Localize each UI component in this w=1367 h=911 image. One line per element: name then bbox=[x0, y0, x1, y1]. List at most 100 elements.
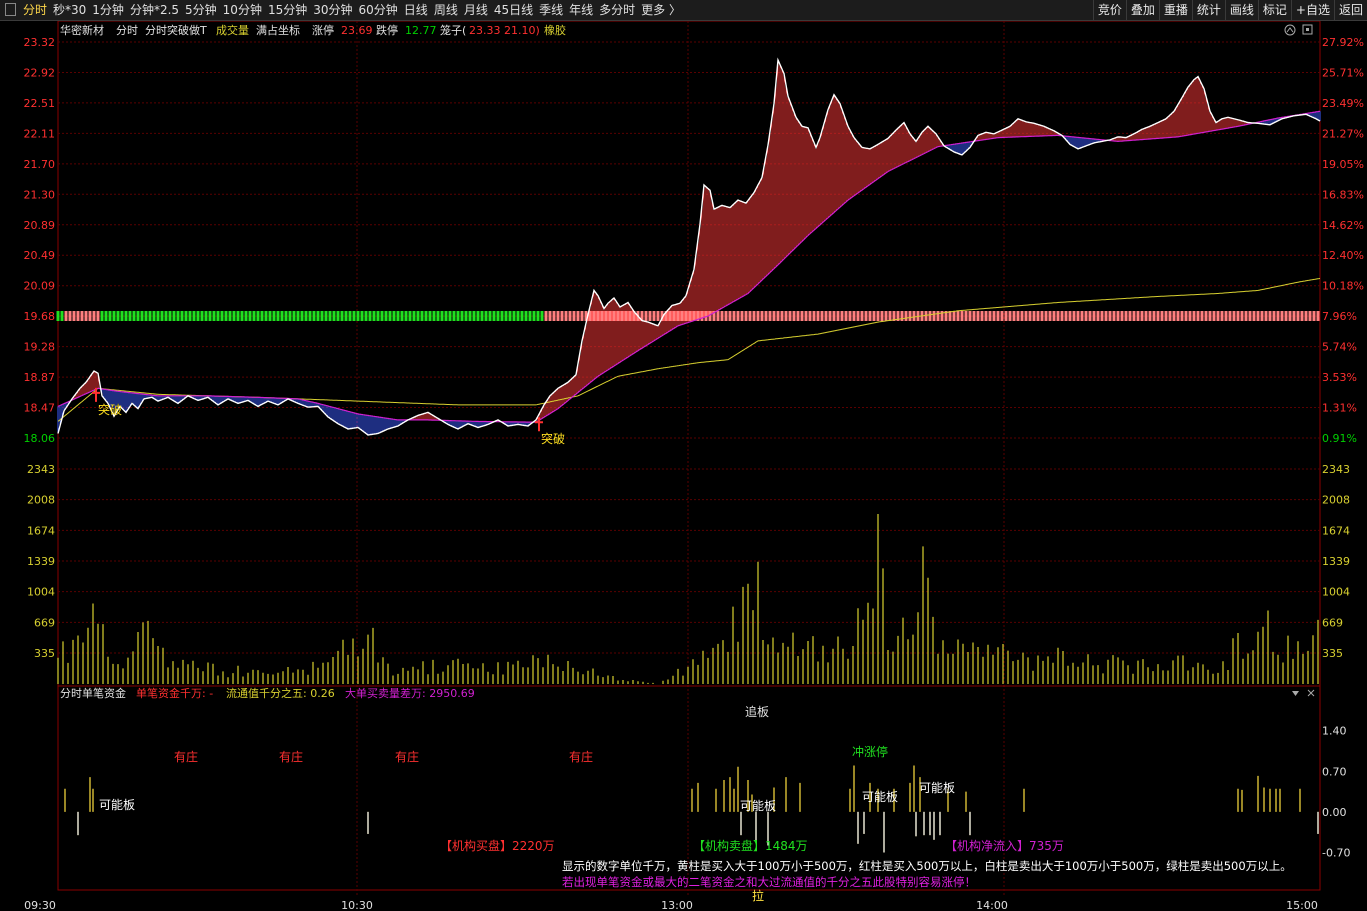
volume-tick-right: 2008 bbox=[1322, 494, 1350, 507]
restore-icon[interactable] bbox=[1302, 24, 1313, 35]
volume-label: 成交量 bbox=[216, 23, 249, 37]
period-tab-12[interactable]: 45日线 bbox=[491, 0, 536, 20]
fund-tick: 0.00 bbox=[1322, 806, 1347, 819]
breakout-1-label: 突破 bbox=[98, 402, 122, 417]
coords-label: 满占坐标 bbox=[256, 23, 300, 37]
tool-tab-2[interactable]: 重播 bbox=[1158, 0, 1192, 20]
inst-buy-label: 【机构买盘】2220万 bbox=[440, 838, 555, 853]
time-tick: 10:30 bbox=[341, 899, 373, 911]
volume-tick-left: 1339 bbox=[27, 555, 55, 568]
period-tab-10[interactable]: 周线 bbox=[431, 0, 461, 20]
limit-up-label: 涨停 bbox=[312, 23, 334, 37]
dropdown-icon[interactable] bbox=[1292, 691, 1299, 696]
pull-label: 拉 bbox=[752, 888, 764, 903]
pct-tick: 14.62% bbox=[1322, 219, 1364, 232]
volume-tick-right: 669 bbox=[1322, 616, 1343, 629]
pct-tick: 21.27% bbox=[1322, 127, 1364, 140]
volume-tick-right: 1339 bbox=[1322, 555, 1350, 568]
fund-tick: 1.40 bbox=[1322, 725, 1347, 738]
ma-line bbox=[57, 110, 1321, 423]
period-tab-11[interactable]: 月线 bbox=[461, 0, 491, 20]
inst-sell-label: 【机构卖盘】1484万 bbox=[693, 838, 808, 853]
period-tabs: 分时 秒*30 1分钟 分钟*2.5 5分钟 10分钟 15分钟 30分钟 60分钟 日线 周线 月线… bbox=[2, 0, 684, 20]
tool-tab-0[interactable]: 竞价 bbox=[1092, 0, 1126, 20]
fund-param-2: 流通值千分之五: 0.26 bbox=[226, 686, 335, 700]
volume-tick-right: 1674 bbox=[1322, 524, 1350, 537]
price-tick: 21.30 bbox=[24, 188, 56, 201]
pct-tick: 7.96% bbox=[1322, 310, 1357, 323]
pct-tick: 19.05% bbox=[1322, 158, 1364, 171]
price-tick: 18.06 bbox=[24, 432, 56, 445]
tool-tab-6[interactable]: +自选 bbox=[1290, 0, 1334, 20]
price-tick: 18.87 bbox=[24, 371, 56, 384]
volume-tick-right: 2343 bbox=[1322, 463, 1350, 476]
fund-panel-controls bbox=[1292, 689, 1315, 697]
fund-title: 分时单笔资金 bbox=[60, 686, 126, 700]
period-tab-6[interactable]: 15分钟 bbox=[265, 0, 310, 20]
time-tick: 14:00 bbox=[976, 899, 1008, 911]
limit-down-label: 跌停 bbox=[376, 23, 398, 37]
fund-param-3: 大单买卖量差万: 2950.69 bbox=[345, 686, 475, 700]
chase-label: 追板 bbox=[745, 704, 769, 719]
price-tick: 22.51 bbox=[24, 97, 56, 110]
indicator-name: 分时突破做T bbox=[145, 23, 207, 37]
window-controls bbox=[1284, 24, 1313, 36]
period-tab-3[interactable]: 分钟*2.5 bbox=[127, 0, 182, 20]
tool-tab-5[interactable]: 标记 bbox=[1257, 0, 1291, 20]
pct-tick: 12.40% bbox=[1322, 249, 1364, 262]
tool-tab-3[interactable]: 统计 bbox=[1191, 0, 1225, 20]
period-tab-8[interactable]: 60分钟 bbox=[356, 0, 401, 20]
close-icon[interactable] bbox=[1307, 689, 1315, 697]
limit-down-value: 12.77 bbox=[405, 24, 437, 37]
tool-tab-1[interactable]: 叠加 bbox=[1125, 0, 1159, 20]
fund-bars-buy bbox=[64, 765, 1319, 853]
period-tab-7[interactable]: 30分钟 bbox=[310, 0, 355, 20]
panel-toggle-icon[interactable] bbox=[5, 3, 16, 16]
price-tick: 19.68 bbox=[24, 310, 56, 323]
period-tab-9[interactable]: 日线 bbox=[401, 0, 431, 20]
volume-tick-left: 2343 bbox=[27, 463, 55, 476]
period-tab-5[interactable]: 10分钟 bbox=[220, 0, 265, 20]
surge-label: 冲涨停 bbox=[852, 744, 888, 759]
tool-tab-4[interactable]: 画线 bbox=[1224, 0, 1258, 20]
dealer-label-0: 有庄 bbox=[174, 749, 198, 764]
note-line-2: 若出现单笔资金或最大的二笔资金之和大过流通值的千分之五此股特别容易涨停！ bbox=[562, 875, 976, 889]
fill-bars-down bbox=[57, 111, 1321, 435]
price-tick: 20.89 bbox=[24, 219, 56, 232]
price-tick: 22.11 bbox=[24, 127, 56, 140]
possible-label-0: 可能板 bbox=[99, 798, 135, 812]
price-tick: 20.49 bbox=[24, 249, 56, 262]
possible-label-1: 可能板 bbox=[740, 799, 776, 813]
chart-header: 华密新材 分时 分时突破做T 成交量 满占坐标 涨停 23.69 跌停 12.7… bbox=[60, 23, 566, 37]
period-tab-13[interactable]: 季线 bbox=[536, 0, 566, 20]
up-icon[interactable] bbox=[1284, 24, 1296, 36]
time-tick: 09:30 bbox=[24, 899, 56, 911]
limit-up-value: 23.69 bbox=[341, 24, 373, 37]
cage-values: 23.33 21.10) bbox=[469, 24, 540, 37]
period-tab-0[interactable]: 分时 bbox=[20, 0, 50, 20]
period-tab-2[interactable]: 1分钟 bbox=[89, 0, 127, 20]
plot-frame bbox=[57, 21, 1321, 891]
volume-tick-left: 2008 bbox=[27, 494, 55, 507]
price-tick: 18.47 bbox=[24, 402, 56, 415]
price-tick: 23.32 bbox=[24, 36, 56, 49]
period-tab-14[interactable]: 年线 bbox=[566, 0, 596, 20]
period-tab-1[interactable]: 秒*30 bbox=[50, 0, 89, 20]
time-tick: 15:00 bbox=[1286, 899, 1318, 911]
possible-label-2: 可能板 bbox=[862, 790, 898, 804]
price-tick: 21.70 bbox=[24, 158, 56, 171]
dealer-label-2: 有庄 bbox=[395, 749, 419, 764]
breakout-2-label: 突破 bbox=[541, 431, 565, 446]
price-tick: 20.09 bbox=[24, 280, 56, 293]
period-tab-15[interactable]: 多分时 bbox=[596, 0, 638, 20]
pct-tick: 3.53% bbox=[1322, 371, 1357, 384]
note-line-1: 显示的数字单位千万，黄柱是买入大于100万小于500万，红柱是买入500万以上，… bbox=[562, 859, 1292, 873]
pct-tick: 25.71% bbox=[1322, 66, 1364, 79]
pct-tick: 0.91% bbox=[1322, 432, 1357, 445]
period-tab-16[interactable]: 更多 〉 bbox=[638, 0, 684, 20]
fund-tick: -0.70 bbox=[1322, 847, 1350, 860]
tool-tab-7[interactable]: 返回 bbox=[1333, 0, 1367, 20]
volume-tick-left: 669 bbox=[34, 616, 55, 629]
pct-tick: 16.83% bbox=[1322, 188, 1364, 201]
period-tab-4[interactable]: 5分钟 bbox=[182, 0, 220, 20]
